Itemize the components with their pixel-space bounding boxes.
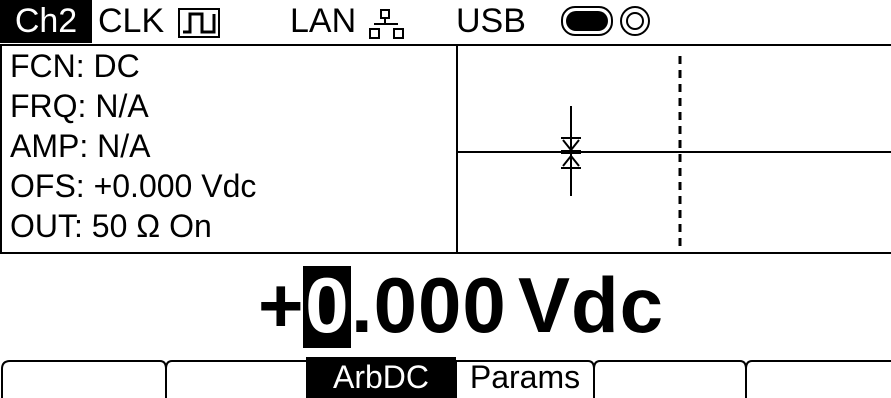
usb-drive-icon [561, 6, 613, 36]
waveform-preview [458, 56, 891, 253]
value-display[interactable]: + 0 .000 Vdc [0, 256, 891, 356]
frequency-line: FRQ: N/A [10, 88, 149, 124]
cursor-digit[interactable]: 0 [303, 266, 351, 348]
softkey-arbdc-label: ArbDC [332, 359, 429, 395]
softkey-bar: ArbDC Params [0, 357, 891, 398]
status-bar: Ch2 CLK LAN USB [0, 0, 891, 45]
value-sign: + [258, 261, 305, 349]
function-line: FCN: DC [10, 48, 140, 84]
info-panel-left-border [0, 44, 2, 254]
value-decimals: .000 [351, 261, 507, 349]
output-line: OUT: 50 Ω On [10, 208, 212, 244]
lan-label: LAN [290, 2, 357, 40]
channel-label: Ch2 [14, 2, 78, 40]
usb-label: USB [456, 2, 526, 40]
amplitude-line: AMP: N/A [10, 128, 151, 164]
offset-line: OFS: +0.000 Vdc [10, 168, 257, 204]
ring-icon [620, 6, 650, 36]
softkey-6[interactable] [748, 357, 889, 398]
network-nodes-icon [369, 9, 404, 39]
clock-label: CLK [98, 2, 165, 40]
softkey-1[interactable] [2, 357, 166, 398]
softkey-params-label: Params [469, 359, 581, 395]
softkey-params[interactable]: Params [458, 357, 592, 398]
softkey-5[interactable] [596, 357, 744, 398]
instrument-display: Ch2 CLK LAN USB FCN: DC FRQ: N/A AMP: N/… [0, 0, 891, 398]
softkey-2[interactable] [168, 357, 306, 398]
dc-level-marker [561, 106, 581, 196]
value-unit: Vdc [518, 261, 665, 349]
softkey-arbdc[interactable]: ArbDC [306, 357, 456, 398]
square-wave-icon [178, 8, 220, 38]
channel-indicator[interactable]: Ch2 [0, 0, 92, 43]
